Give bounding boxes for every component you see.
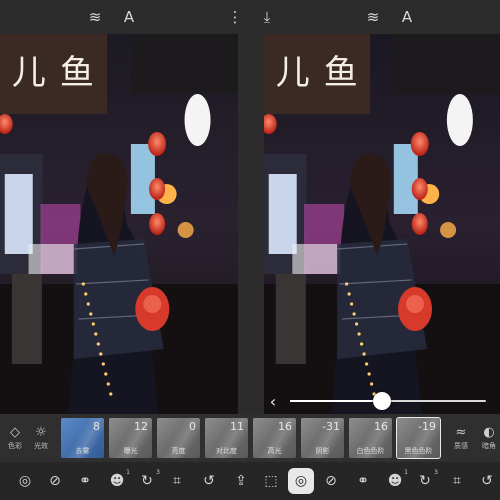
- adjust-tile[interactable]: 11 对比度: [205, 418, 248, 458]
- photo-edited[interactable]: 儿鱼: [264, 34, 500, 414]
- bag-icon[interactable]: ⬚: [258, 468, 284, 494]
- photo-original[interactable]: 儿鱼: [0, 34, 238, 414]
- rotate-icon[interactable]: ↻ 3: [412, 468, 438, 494]
- more-vertical-icon[interactable]: ⋮: [224, 7, 246, 27]
- rotate-icon[interactable]: ↻ 3: [134, 468, 160, 494]
- slider-thumb[interactable]: [373, 392, 392, 410]
- droplets-icon: ◇: [10, 424, 20, 440]
- color-circles-icon[interactable]: ⚭: [350, 468, 376, 494]
- tile-label: 黑色色阶: [404, 447, 433, 455]
- tile-label: 阴影: [315, 447, 330, 455]
- tile-value: -19: [418, 420, 436, 433]
- tool-label: 光效: [34, 441, 48, 450]
- tile-value: -31: [322, 420, 340, 433]
- undo-icon[interactable]: ↺: [196, 468, 222, 494]
- adjust-slider[interactable]: ‹: [264, 388, 500, 414]
- tool-label: 暗角: [482, 441, 496, 450]
- svg-text:儿鱼: 儿鱼: [276, 53, 372, 93]
- tile-value: 16: [374, 420, 388, 433]
- tile-label: 去雾: [75, 447, 90, 455]
- no-filter-icon[interactable]: ⊘: [42, 468, 68, 494]
- face-icon[interactable]: ☻ 1: [104, 468, 130, 494]
- tool-label: 色彩: [8, 441, 22, 450]
- layers-icon[interactable]: ≋: [84, 7, 106, 27]
- nav-badge: 1: [126, 469, 130, 476]
- face-icon[interactable]: ☻ 1: [382, 468, 408, 494]
- tile-value: 16: [278, 420, 292, 433]
- tool-vignette[interactable]: ◐ 暗角: [474, 414, 500, 462]
- vignette-icon: ◐: [483, 424, 495, 440]
- tile-label: 对比度: [216, 447, 237, 455]
- back-chevron-icon[interactable]: ‹: [264, 391, 282, 411]
- adjust-tile[interactable]: -19 黑色色阶: [396, 417, 441, 459]
- night-street-photo: 儿鱼: [0, 34, 238, 414]
- waves-icon: ≈: [455, 424, 467, 440]
- no-filter-icon[interactable]: ⊘: [318, 468, 344, 494]
- adjust-tile[interactable]: 12 曝光: [109, 418, 152, 458]
- svg-text:儿鱼: 儿鱼: [12, 53, 108, 93]
- color-circles-icon[interactable]: ⚭: [72, 468, 98, 494]
- top-toolbar: ≋ A ⋮ ⤓ ≋ A: [0, 0, 500, 34]
- tile-value: 8: [93, 420, 100, 433]
- adjust-tile[interactable]: 16 高光: [253, 418, 296, 458]
- text-a-icon[interactable]: A: [118, 7, 140, 27]
- share-icon[interactable]: ⇪: [228, 468, 254, 494]
- bottom-nav: ◎ ⊘ ⚭ ☻ 1 ↻ 3 ⌗ ↺ ⇪ ⬚ ◎ ⊘ ⚭ ☻ 1 ↻ 3 ⌗ ↺: [0, 462, 500, 500]
- tile-value: 12: [134, 420, 148, 433]
- tool-light-effect[interactable]: ☼ 光效: [26, 414, 56, 462]
- adjust-tile[interactable]: 16 白色色阶: [349, 418, 392, 458]
- slider-fill: [290, 400, 383, 402]
- tile-label: 高光: [267, 447, 282, 455]
- tile-label: 白色色阶: [356, 447, 385, 455]
- undo-icon[interactable]: ↺: [474, 468, 500, 494]
- target-icon[interactable]: ◎: [288, 468, 314, 494]
- photo-divider: [238, 34, 264, 414]
- adjust-tile[interactable]: 0 亮度: [157, 418, 200, 458]
- crop-icon[interactable]: ⌗: [444, 468, 470, 494]
- nav-badge: 3: [156, 469, 160, 476]
- tool-label: 质感: [454, 441, 468, 450]
- night-street-photo: 儿鱼: [264, 34, 500, 414]
- tool-texture[interactable]: ≈ 质感: [446, 414, 476, 462]
- crop-icon[interactable]: ⌗: [164, 468, 190, 494]
- tile-value: 11: [230, 420, 244, 433]
- tile-label: 亮度: [171, 447, 186, 455]
- text-a-icon[interactable]: A: [396, 7, 418, 27]
- sun-icon: ☼: [35, 424, 47, 440]
- tile-label: 曝光: [123, 447, 138, 455]
- tile-value: 0: [189, 420, 196, 433]
- adjust-tile[interactable]: -31 阴影: [301, 418, 344, 458]
- adjust-tile[interactable]: 8 去雾: [61, 418, 104, 458]
- download-icon[interactable]: ⤓: [256, 7, 278, 27]
- nav-badge: 3: [434, 469, 438, 476]
- target-icon[interactable]: ◎: [12, 468, 38, 494]
- nav-badge: 1: [404, 469, 408, 476]
- adjustment-tools: ◇ 色彩 ☼ 光效 8 去雾 12 曝光 0 亮度 11 对比度 16 高光 -31 阴影 16 白色色阶…: [0, 414, 500, 462]
- layers-icon[interactable]: ≋: [362, 7, 384, 27]
